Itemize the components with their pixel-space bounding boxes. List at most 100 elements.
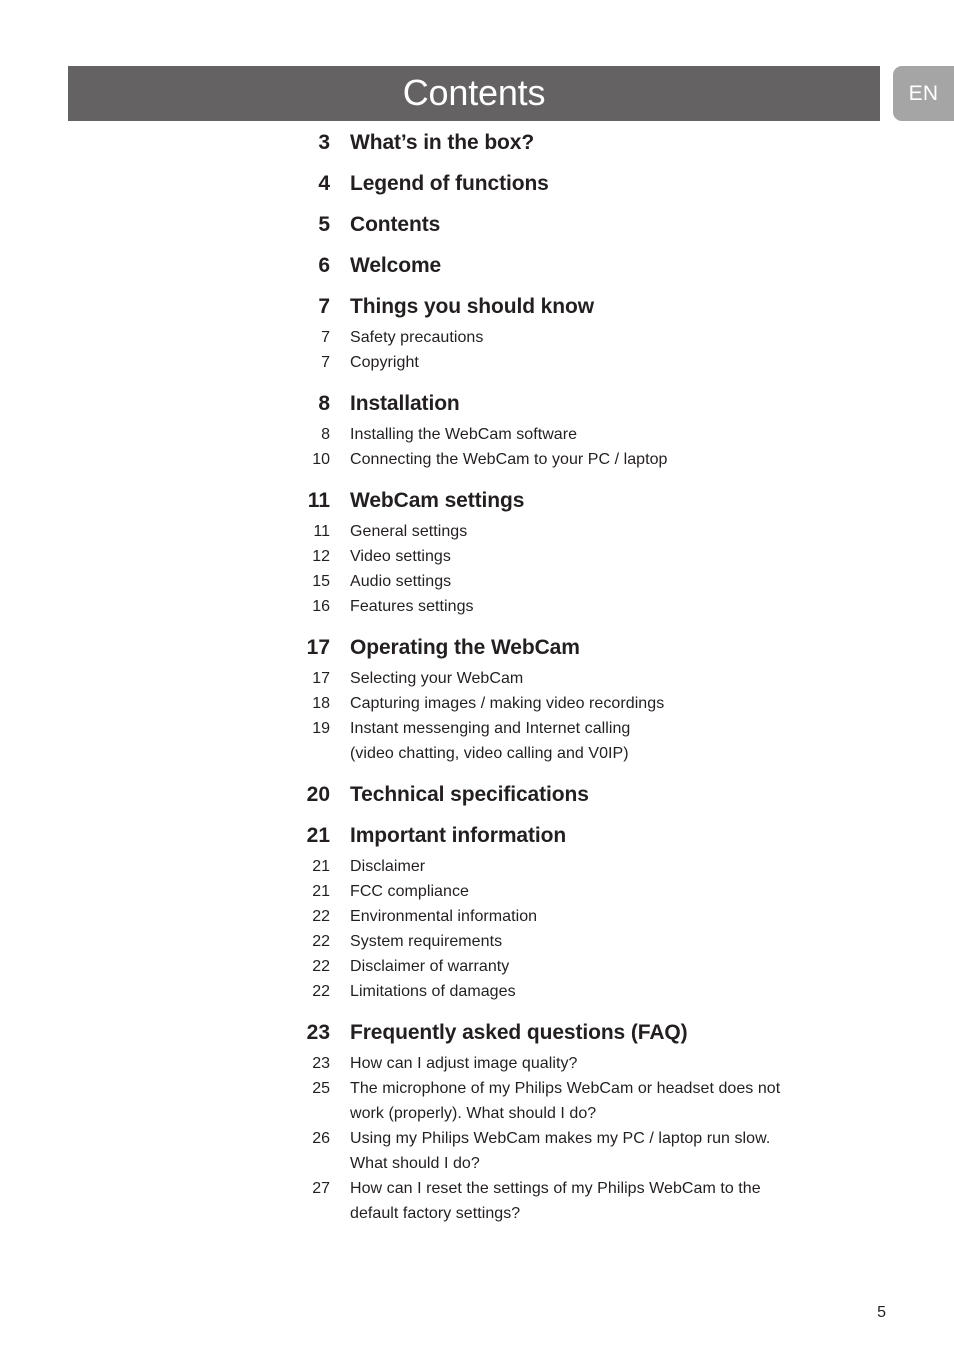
toc-entry-label: Audio settings: [330, 569, 954, 594]
page-title: Contents: [402, 71, 546, 113]
toc-entry-title: Installation: [350, 392, 460, 415]
language-tab-label: EN: [908, 81, 939, 105]
toc-page-number: 23: [312, 1055, 330, 1072]
toc-page-number: 6: [318, 254, 330, 277]
toc-entry-sub[interactable]: 8 Installing the WebCam software: [0, 422, 954, 447]
toc-page-number: 7: [318, 295, 330, 318]
toc-page-number: 11: [307, 489, 330, 512]
toc-entry-label-line: Copyright: [350, 354, 419, 371]
toc-entry-sub[interactable]: 16 Features settings: [0, 594, 954, 619]
toc-entry-label-line: How can I adjust image quality?: [350, 1055, 578, 1072]
toc-entry-label: Capturing images / making video recordin…: [330, 691, 954, 716]
toc-entry-major[interactable]: 21 Important information: [0, 821, 954, 854]
toc-page-number: 7: [321, 329, 330, 346]
toc-entry-label-line: FCC compliance: [350, 883, 469, 900]
toc-page-number: 4: [318, 172, 330, 195]
toc-page-number: 17: [312, 670, 330, 687]
toc-entry-title: Important information: [350, 824, 567, 847]
toc-entry-sub[interactable]: 27 How can I reset the settings of my Phi…: [0, 1176, 954, 1226]
toc-page-number: 20: [306, 783, 330, 806]
toc-page-number: 22: [312, 983, 330, 1000]
toc-entry-label: Installing the WebCam software: [330, 422, 954, 447]
toc-entry-sub[interactable]: 19 Instant messenging and Internet callin…: [0, 716, 954, 766]
toc-page-number: 12: [312, 548, 330, 565]
toc-entry-label-line: Features settings: [350, 598, 474, 615]
toc-entry-sub[interactable]: 7 Safety precautions: [0, 325, 954, 350]
toc-entry-label-line: Selecting your WebCam: [350, 670, 524, 687]
toc-entry-label: The microphone of my Philips WebCam or h…: [330, 1076, 954, 1126]
toc-entry-label: Using my Philips WebCam makes my PC / la…: [330, 1126, 954, 1176]
toc-page-number: 26: [312, 1130, 330, 1147]
toc-entry-sub[interactable]: 26 Using my Philips WebCam makes my PC / …: [0, 1126, 954, 1176]
toc-entry-sub[interactable]: 22 Disclaimer of warranty: [0, 954, 954, 979]
toc-entry-title: Contents: [350, 213, 441, 236]
toc-entry-label: General settings: [330, 519, 954, 544]
toc-entry-major[interactable]: 8 Installation: [0, 389, 954, 422]
toc-entry-major[interactable]: 7 Things you should know: [0, 292, 954, 325]
toc-entry-title: Technical specifications: [350, 783, 589, 806]
toc-entry-label: Disclaimer of warranty: [330, 954, 954, 979]
toc-entry-label: Features settings: [330, 594, 954, 619]
toc-entry-label-line: Safety precautions: [350, 329, 484, 346]
toc-entry-sub[interactable]: 22 Environmental information: [0, 904, 954, 929]
toc-entry-sub[interactable]: 23 How can I adjust image quality?: [0, 1051, 954, 1076]
toc-page-number: 18: [312, 695, 330, 712]
toc-entry-major[interactable]: 11 WebCam settings: [0, 486, 954, 519]
toc-entry-sub[interactable]: 12 Video settings: [0, 544, 954, 569]
toc-page-number: 23: [306, 1021, 330, 1044]
toc-entry-major[interactable]: 3 What’s in the box?: [0, 128, 954, 169]
toc-entry-sub[interactable]: 10 Connecting the WebCam to your PC / lap…: [0, 447, 954, 472]
toc-entry-label-line: The microphone of my Philips WebCam or h…: [350, 1080, 781, 1097]
toc-page-number: 5: [318, 213, 330, 236]
toc-entry-sub[interactable]: 22 Limitations of damages: [0, 979, 954, 1004]
toc-entry-title: Legend of functions: [350, 172, 549, 195]
toc-entry-sub[interactable]: 7 Copyright: [0, 350, 954, 375]
toc-entry-label: Selecting your WebCam: [330, 666, 954, 691]
toc-entry-major[interactable]: 20 Technical specifications: [0, 780, 954, 821]
toc-entry-label: Safety precautions: [330, 325, 954, 350]
toc-page-number: 3: [318, 131, 330, 154]
toc-entry-label-line: How can I reset the settings of my Phili…: [350, 1180, 761, 1197]
toc-entry-label-line: Limitations of damages: [350, 983, 516, 1000]
toc-entry-major[interactable]: 17 Operating the WebCam: [0, 633, 954, 666]
toc-entry-major[interactable]: 6 Welcome: [0, 251, 954, 292]
toc-entry-sub[interactable]: 15 Audio settings: [0, 569, 954, 594]
toc-entry-label-line: Instant messenging and Internet calling: [350, 720, 631, 737]
toc-entry-sub[interactable]: 18 Capturing images / making video record…: [0, 691, 954, 716]
toc-entry-label: System requirements: [330, 929, 954, 954]
toc-entry-title: Things you should know: [350, 295, 594, 318]
toc-entry-sub[interactable]: 11 General settings: [0, 519, 954, 544]
toc-page-number: 8: [321, 426, 330, 443]
toc-entry-label: Limitations of damages: [330, 979, 954, 1004]
toc-page-number: 10: [312, 451, 330, 468]
toc-entry-label: How can I adjust image quality?: [330, 1051, 954, 1076]
toc-entry-major[interactable]: 5 Contents: [0, 210, 954, 251]
toc-page-number: 21: [306, 824, 330, 847]
toc-page-number: 8: [318, 392, 330, 415]
toc-entry-label-line: Using my Philips WebCam makes my PC / la…: [350, 1130, 771, 1147]
toc-entry-label-line: General settings: [350, 523, 468, 540]
toc-entry-label-line: Disclaimer: [350, 858, 426, 875]
toc-entry-label-continuation: default factory settings?: [350, 1205, 521, 1222]
toc-entry-sub[interactable]: 22 System requirements: [0, 929, 954, 954]
toc-entry-major[interactable]: 23 Frequently asked questions (FAQ): [0, 1018, 954, 1051]
page-number: 5: [877, 1304, 886, 1321]
toc-entry-major[interactable]: 4 Legend of functions: [0, 169, 954, 210]
toc-entry-sub[interactable]: 17 Selecting your WebCam: [0, 666, 954, 691]
toc-entry-label-line: Environmental information: [350, 908, 538, 925]
toc-entry-label-continuation: work (properly). What should I do?: [350, 1105, 597, 1122]
toc-page-number: 16: [312, 598, 330, 615]
toc-entry-sub[interactable]: 21 FCC compliance: [0, 879, 954, 904]
toc-entry-title: WebCam settings: [350, 489, 525, 512]
toc-entry-sub[interactable]: 21 Disclaimer: [0, 854, 954, 879]
toc-page-number: 21: [312, 883, 330, 900]
toc-page-number: 11: [313, 523, 330, 540]
toc-entry-sub[interactable]: 25 The microphone of my Philips WebCam or…: [0, 1076, 954, 1126]
toc-page-number: 25: [312, 1080, 330, 1097]
language-tab-en[interactable]: EN: [893, 66, 954, 121]
table-of-contents: 3 What’s in the box? 4 Legend of functions 5…: [0, 128, 954, 1226]
toc-page-number: 17: [306, 636, 330, 659]
